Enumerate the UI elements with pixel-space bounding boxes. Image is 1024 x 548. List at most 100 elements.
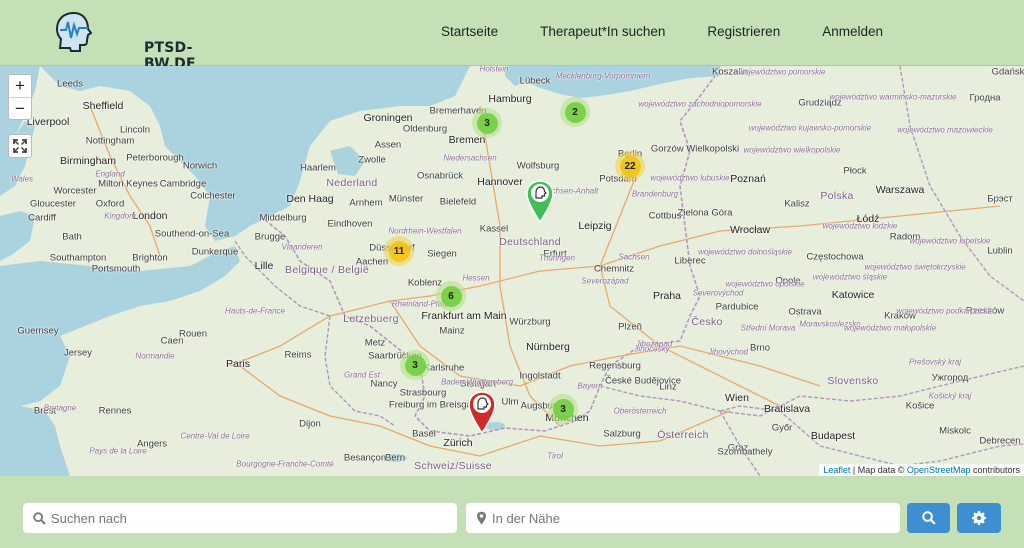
main-nav: Startseite Therapeut*In suchen Registrie… xyxy=(420,0,1024,62)
place-label: Bourgogne-Franche-Comté xyxy=(236,459,334,469)
place-label: Siegen xyxy=(427,248,457,260)
place-label: Bern xyxy=(384,452,406,464)
place-label: Kalisz xyxy=(784,198,810,210)
place-label: Cambridge xyxy=(159,178,207,190)
place-label: Ingolstadt xyxy=(519,370,561,382)
place-label: Oberösterreich xyxy=(613,406,667,416)
place-label: Plzeň xyxy=(618,321,642,333)
marker-cluster[interactable]: 6 xyxy=(436,281,466,311)
marker-cluster[interactable]: 11 xyxy=(384,236,414,266)
place-label: Assen xyxy=(374,139,402,151)
place-label: Portsmouth xyxy=(91,263,141,275)
map-attribution: Leaflet | Map data © OpenStreetMap contr… xyxy=(819,464,1024,476)
place-label: województwo pomorskie xyxy=(738,67,826,77)
marker-cluster[interactable]: 3 xyxy=(400,350,430,380)
place-label: Österreich xyxy=(657,429,709,441)
place-label: London xyxy=(132,210,168,222)
place-label: Debrecen xyxy=(979,435,1021,447)
fullscreen-button[interactable] xyxy=(8,134,32,158)
place-label: Belgique / België xyxy=(285,264,369,276)
place-label: Гродна xyxy=(969,92,1001,104)
place-label: Wales xyxy=(10,174,34,184)
nav-registrieren[interactable]: Registrieren xyxy=(707,24,780,39)
search-button[interactable] xyxy=(907,503,950,533)
nav-startseite[interactable]: Startseite xyxy=(441,24,498,39)
place-label: Hamburg xyxy=(488,93,532,105)
site-logo[interactable]: PTSD-BW.DE xyxy=(54,8,196,72)
leaflet-link[interactable]: Leaflet xyxy=(823,465,850,475)
place-label: Dijon xyxy=(299,418,321,430)
place-label: Strasbourg xyxy=(399,387,447,399)
place-label: Paris xyxy=(226,358,250,370)
place-label: Ужгород xyxy=(931,372,969,384)
nav-anmelden[interactable]: Anmelden xyxy=(822,24,883,39)
site-header: PTSD-BW.DE Startseite Therapeut*In suche… xyxy=(0,0,1024,72)
place-label: Oxford xyxy=(95,198,125,210)
place-label: Nederland xyxy=(326,177,378,189)
place-label: Niedersachsen xyxy=(443,153,497,163)
place-label: Tirol xyxy=(547,451,563,461)
marker-cluster[interactable]: 3 xyxy=(548,394,578,424)
place-label: Hauts-de-France xyxy=(224,306,286,316)
place-label: Würzburg xyxy=(509,316,551,328)
query-input[interactable] xyxy=(51,510,431,526)
place-label: Colchester xyxy=(190,190,236,202)
place-label: Holstein xyxy=(479,66,509,74)
map-pin-green[interactable] xyxy=(525,179,555,224)
place-label: Münster xyxy=(388,193,424,205)
place-label: Brno xyxy=(749,342,771,354)
place-label: Koblenz xyxy=(407,277,443,289)
nav-therapeut-suchen[interactable]: Therapeut*In suchen xyxy=(540,24,665,39)
place-label: Zürich xyxy=(443,437,473,449)
marker-cluster[interactable]: 3 xyxy=(472,108,502,138)
place-label: Brugge xyxy=(254,231,286,243)
place-label: Gorzów Wielkopolski xyxy=(650,143,740,155)
place-label: Southampton xyxy=(49,252,107,264)
place-label: Jersey xyxy=(64,347,92,359)
map-view[interactable]: Leeds Sheffield Liverpool Lincoln Peterborou… xyxy=(0,66,1024,476)
place-label: Birmingham xyxy=(59,155,117,167)
place-label: Wrocław xyxy=(729,224,771,236)
location-field[interactable] xyxy=(466,503,900,533)
place-label: Southend-on-Sea xyxy=(154,228,230,240)
place-label: Bath xyxy=(62,231,82,243)
place-label: Budapest xyxy=(810,430,856,442)
marker-cluster[interactable]: 2 xyxy=(560,97,590,127)
place-label: Warszawa xyxy=(875,184,925,196)
place-label: Thüringen xyxy=(538,253,576,263)
place-label: Normandie xyxy=(135,351,175,361)
settings-button[interactable] xyxy=(957,503,1001,533)
zoom-in-button[interactable]: + xyxy=(9,75,31,97)
place-label: Guernsey xyxy=(17,325,59,337)
place-label: Košický kraj xyxy=(928,391,972,401)
osm-link[interactable]: OpenStreetMap xyxy=(907,465,971,475)
place-label: województwo warmińsko-mazurskie xyxy=(829,92,957,102)
place-label: Sachsen xyxy=(618,252,650,262)
location-input[interactable] xyxy=(492,510,872,526)
place-label: Jihovýchod xyxy=(707,347,749,357)
marker-cluster[interactable]: 22 xyxy=(615,151,645,181)
query-field[interactable] xyxy=(23,503,457,533)
place-label: województwo lubelskie xyxy=(909,236,991,246)
place-label: Střední Morava xyxy=(740,323,796,333)
place-label: Lublin xyxy=(987,245,1013,257)
place-label: Mecklenburg-Vorpommern xyxy=(555,71,651,81)
place-label: województwo dolnośląskie xyxy=(698,247,792,257)
map-pin-red[interactable] xyxy=(467,390,497,435)
place-label: Leeds xyxy=(57,78,83,90)
place-label: Centre-Val de Loire xyxy=(180,431,250,441)
place-label: Letzebuerg xyxy=(343,313,399,325)
place-label: Wien xyxy=(725,392,749,404)
zoom-out-button[interactable]: − xyxy=(9,97,31,119)
place-label: Den Haag xyxy=(286,193,334,205)
place-label: Česko xyxy=(691,316,723,328)
place-label: Zielona Góra xyxy=(677,207,733,219)
place-label: województwo łódzkie xyxy=(822,221,898,231)
place-label: Worcester xyxy=(53,185,97,197)
place-label: Płock xyxy=(843,165,867,177)
place-label: Baden-Württemberg xyxy=(440,377,514,387)
place-label: Reims xyxy=(284,349,312,361)
place-label: Oldenburg xyxy=(402,123,448,135)
place-label: Katowice xyxy=(831,289,875,301)
place-label: Cottbus xyxy=(648,210,682,222)
